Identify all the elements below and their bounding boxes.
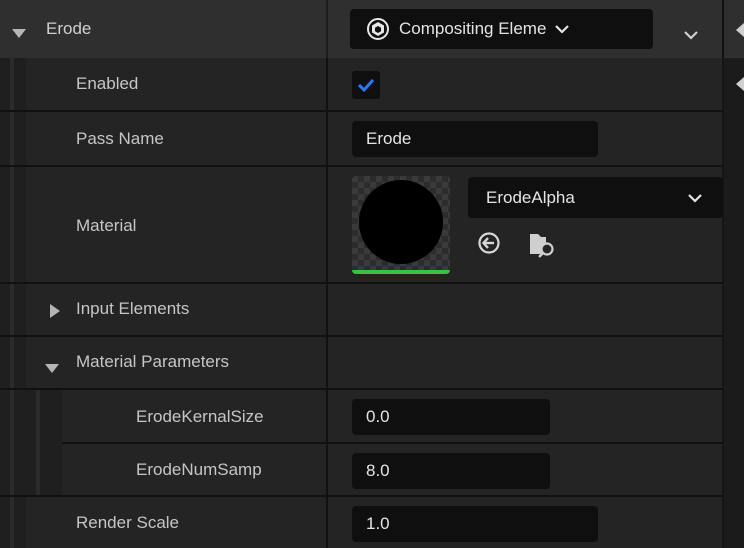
pass-name-label: Pass Name xyxy=(76,129,164,148)
erode-kernal-size-input[interactable]: 0.0 xyxy=(352,399,550,435)
chevron-down-icon xyxy=(687,193,703,203)
material-preview-sphere xyxy=(359,180,443,264)
checkmark-icon xyxy=(357,78,375,93)
nested-indent-bar xyxy=(26,390,62,495)
material-asset-combo[interactable]: ErodeAlpha xyxy=(468,177,723,218)
options-chevron-down-icon[interactable] xyxy=(683,25,699,45)
header-title: Erode xyxy=(46,19,92,38)
material-thumbnail[interactable] xyxy=(352,176,450,274)
input-elements-label: Input Elements xyxy=(76,299,190,318)
element-type-combo[interactable]: Compositing Eleme xyxy=(350,9,653,49)
unreal-logo-icon xyxy=(367,18,389,40)
collapse-arrow-icon[interactable] xyxy=(12,24,26,44)
use-selected-asset-icon[interactable] xyxy=(477,231,501,260)
header-row: Erode Compositing Eleme xyxy=(0,0,744,58)
material-type-underline xyxy=(352,270,450,274)
right-gutter xyxy=(724,58,744,548)
erode-num-samples-input[interactable]: 8.0 xyxy=(352,453,550,489)
reset-arrow-icon[interactable] xyxy=(736,76,744,96)
enabled-label: Enabled xyxy=(76,74,139,93)
material-asset-name: ErodeAlpha xyxy=(486,187,575,207)
browse-asset-icon[interactable] xyxy=(528,230,556,263)
chevron-down-icon xyxy=(554,24,570,34)
pass-name-input[interactable]: Erode xyxy=(352,121,598,157)
material-label: Material xyxy=(76,216,137,235)
collapse-arrow-icon[interactable] xyxy=(45,359,59,379)
column-splitter[interactable] xyxy=(326,58,328,548)
reset-arrow-icon[interactable] xyxy=(736,22,744,42)
element-type-label: Compositing Eleme xyxy=(399,19,547,38)
erode-kernal-size-label: ErodeKernalSize xyxy=(136,407,264,426)
enabled-checkbox[interactable] xyxy=(352,71,380,99)
render-scale-label: Render Scale xyxy=(76,513,180,532)
expand-arrow-icon[interactable] xyxy=(50,303,60,323)
erode-num-samples-label: ErodeNumSamp xyxy=(136,460,262,479)
material-parameters-label: Material Parameters xyxy=(76,352,230,371)
render-scale-input[interactable]: 1.0 xyxy=(352,506,598,542)
